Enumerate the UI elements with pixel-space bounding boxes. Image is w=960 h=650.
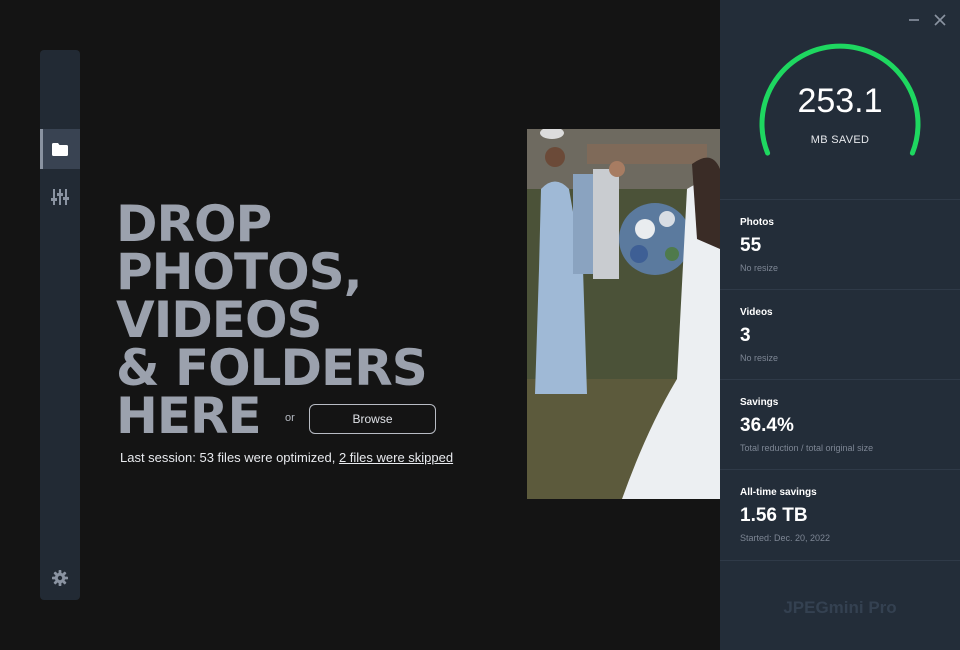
browse-button[interactable]: Browse [309, 404, 436, 434]
sidebar-item-sliders[interactable] [40, 177, 80, 217]
dropzone-line: DROP [116, 195, 272, 253]
skipped-files-link[interactable]: 2 files were skipped [339, 450, 453, 465]
settings-button[interactable] [40, 558, 80, 598]
last-session-summary: Last session: 53 files were optimized, 2… [120, 450, 453, 465]
stat-title: Videos [740, 307, 773, 318]
sidebar-item-folder[interactable] [40, 129, 80, 169]
stat-photos: Photos 55 No resize [720, 199, 960, 289]
stat-value: 55 [740, 235, 762, 256]
stat-subtitle: Started: Dec. 20, 2022 [740, 533, 831, 543]
sliders-icon [51, 189, 69, 205]
gauge-unit: MB SAVED [810, 134, 870, 146]
close-icon [934, 14, 946, 26]
dropzone-line: PHOTOS, [116, 243, 363, 301]
stat-all-time-savings: All-time savings 1.56 TB Started: Dec. 2… [720, 469, 960, 559]
stat-value: 36.4% [740, 415, 794, 436]
stat-value: 3 [740, 325, 751, 346]
stat-subtitle: No resize [740, 263, 779, 273]
gauge-value: 253.1 [797, 82, 883, 120]
stat-title: Photos [740, 217, 774, 228]
gear-icon [52, 570, 68, 586]
stat-videos: Videos 3 No resize [720, 289, 960, 379]
dropzone-line: VIDEOS [116, 291, 322, 349]
minimize-button[interactable] [904, 10, 924, 30]
stat-title: All-time savings [740, 487, 817, 498]
stat-title: Savings [740, 397, 779, 408]
or-label: or [285, 412, 295, 424]
stat-value: 1.56 TB [740, 505, 808, 526]
stat-subtitle: Total reduction / total original size [740, 443, 874, 453]
left-sidebar [40, 50, 80, 600]
wedding-photo-image [527, 129, 720, 499]
last-session-text: Last session: 53 files were optimized, [120, 450, 339, 465]
stat-subtitle: No resize [740, 353, 779, 363]
photo-preview [527, 129, 720, 499]
divider [720, 560, 960, 561]
dropzone-line: & FOLDERS [116, 339, 428, 397]
brand-logo: JPEGmini Pro [783, 598, 897, 617]
stats-panel: 253.1 MB SAVED Photos 55 No resize Video… [720, 0, 960, 650]
stat-savings: Savings 36.4% Total reduction / total or… [720, 379, 960, 469]
minimize-icon [909, 19, 919, 21]
folder-icon [52, 142, 68, 156]
close-button[interactable] [930, 10, 950, 30]
